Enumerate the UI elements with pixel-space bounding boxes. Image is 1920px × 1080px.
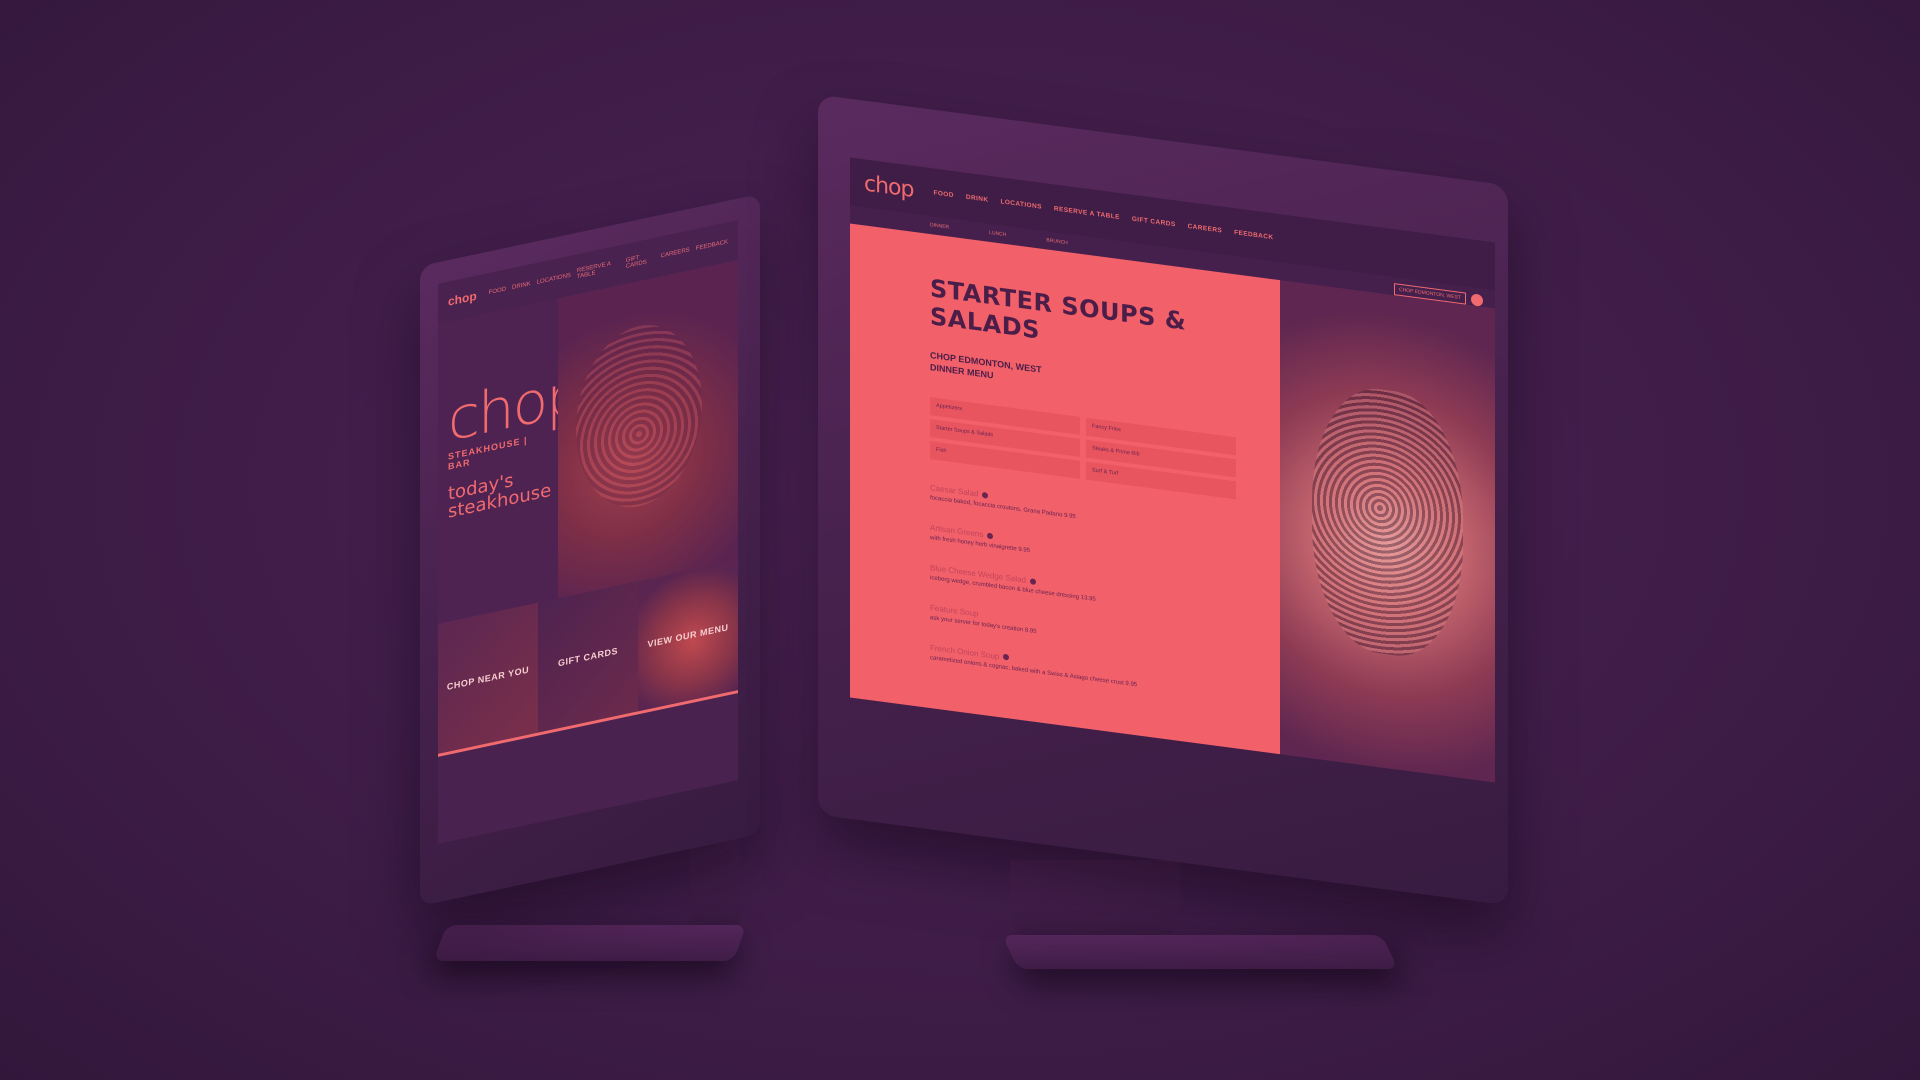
nav-food[interactable]: FOOD	[933, 189, 953, 199]
category-grid: Appetizers Fancy Fries Starter Soups & S…	[930, 397, 1280, 505]
gluten-free-icon	[1029, 578, 1036, 585]
right-logo[interactable]: chop	[864, 171, 913, 203]
subnav-lunch[interactable]: LUNCH	[989, 230, 1006, 238]
nav-gift-cards[interactable]: GIFT CARDS	[1132, 215, 1176, 228]
nav-reserve[interactable]: RESERVE A TABLE	[1054, 205, 1120, 221]
chop-badge-icon[interactable]	[1471, 293, 1483, 307]
left-nav-item[interactable]: DRINK	[512, 281, 531, 291]
nav-drink[interactable]: DRINK	[966, 193, 989, 203]
nav-feedback[interactable]: FEEDBACK	[1234, 229, 1273, 241]
left-monitor-base	[433, 925, 747, 961]
tile-gift-cards[interactable]: GIFT CARDS	[538, 581, 638, 733]
nav-locations[interactable]: LOCATIONS	[1000, 198, 1041, 210]
salad-photo	[1280, 280, 1495, 783]
left-nav-item[interactable]: CAREERS	[661, 247, 690, 259]
left-nav-item[interactable]: FEEDBACK	[696, 239, 728, 252]
tagline: today's steakhouse	[448, 469, 552, 523]
hero-food-photo	[558, 260, 738, 599]
right-monitor-base	[1002, 935, 1398, 969]
left-nav-logo[interactable]: chop	[448, 289, 477, 309]
menu-content: STARTER SOUPS & SALADS CHOP EDMONTON, WE…	[850, 223, 1280, 761]
gluten-free-icon	[987, 532, 994, 540]
gluten-free-icon	[1003, 654, 1010, 661]
subnav-brunch[interactable]: BRUNCH	[1046, 237, 1067, 246]
subnav-dinner[interactable]: DINNER	[930, 222, 949, 231]
nav-careers[interactable]: CAREERS	[1188, 222, 1223, 234]
left-nav-item[interactable]: GIFT CARDS	[626, 252, 655, 270]
left-nav-item[interactable]: FOOD	[489, 286, 506, 296]
left-screen: chop FOOD DRINK LOCATIONS RESERVE A TABL…	[438, 220, 738, 844]
left-hero-text: chop STEAKHOUSE | BAR today's steakhouse	[438, 298, 581, 624]
left-nav-item[interactable]: RESERVE A TABLE	[577, 259, 620, 280]
gluten-free-icon	[982, 492, 989, 500]
scene: chop FOOD DRINK LOCATIONS RESERVE A TABL…	[0, 0, 1920, 1080]
menu-list: Caesar Salad focaccia baked, focaccia cr…	[930, 483, 1280, 708]
tile-chop-near-you[interactable]: CHOP NEAR YOU	[438, 602, 538, 754]
left-nav-item[interactable]: LOCATIONS	[537, 273, 571, 286]
right-screen: chop FOOD DRINK LOCATIONS RESERVE A TABL…	[850, 157, 1495, 783]
tile-view-menu[interactable]: VIEW OUR MENU	[638, 560, 738, 712]
